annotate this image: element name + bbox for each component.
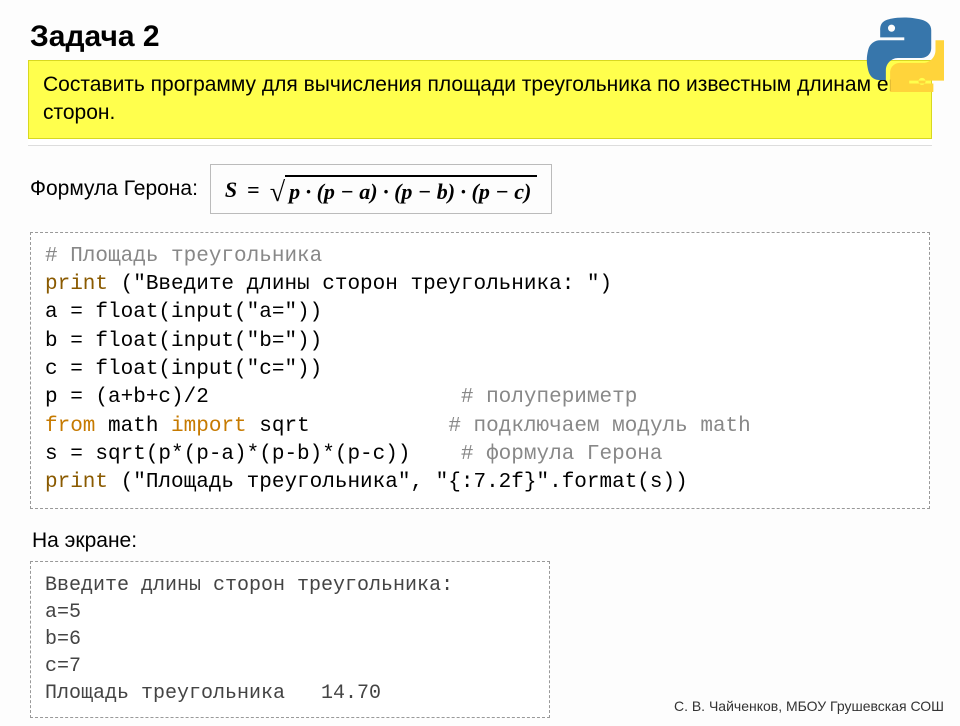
problem-statement: Составить программу для вычисления площа… xyxy=(28,60,932,139)
radical-icon: √ xyxy=(270,183,285,203)
formula-lhs: S xyxy=(225,177,237,203)
task-title: Задача 2 xyxy=(30,20,932,54)
python-logo-icon xyxy=(866,14,944,92)
heron-formula: S = √ p · (p − a) · (p − b) · (p − c) xyxy=(210,164,552,214)
footer-credit: С. В. Чайченков, МБОУ Грушевская СОШ xyxy=(674,698,944,714)
onscreen-label: На экране: xyxy=(32,529,932,553)
formula-eq: = xyxy=(247,177,260,203)
separator xyxy=(28,139,932,146)
formula-label: Формула Герона: xyxy=(30,177,198,201)
code-block: # Площадь треугольника print ("Введите д… xyxy=(30,232,930,509)
output-block: Введите длины сторон треугольника: a=5 b… xyxy=(30,561,550,718)
formula-radicand: p · (p − a) · (p − b) · (p − c) xyxy=(285,175,537,205)
